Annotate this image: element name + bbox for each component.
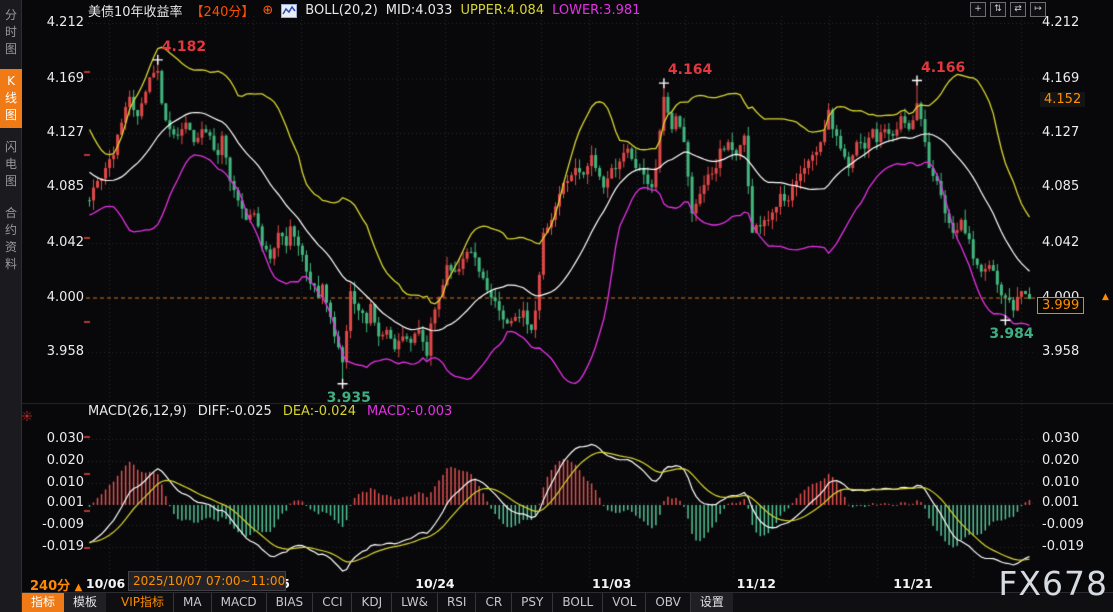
price-tag-4.152: 4.152 (1040, 92, 1085, 107)
macd-tick-left: 0.001 (22, 495, 84, 510)
chart-canvas[interactable] (22, 0, 1113, 612)
x-axis-scale-icon[interactable]: ⇄ (1010, 2, 1026, 17)
sidebar-tab-char: K (0, 73, 22, 90)
boll-upper-value: UPPER:4.084 (460, 3, 544, 18)
price-tick-left: 4.000 (22, 290, 84, 305)
bar-time-tooltip: 2025/10/07 07:00~11:00 二 (128, 571, 286, 591)
toolbar-item-5[interactable]: BIAS (266, 593, 313, 612)
date-label-11/03: 11/03 (592, 576, 632, 591)
macd-name: MACD(26,12,9) (88, 404, 187, 419)
price-tag-3.999: 3.999 (1037, 297, 1084, 314)
toolbar-item-13[interactable]: VOL (602, 593, 645, 612)
price-tick-left: 4.169 (22, 71, 84, 86)
toolbar-item-6[interactable]: CCI (312, 593, 351, 612)
add-indicator-icon[interactable]: ⊕ (262, 3, 273, 18)
price-tick-right: 4.169 (1042, 71, 1079, 86)
price-annotation-4.182: 4.182 (162, 39, 206, 55)
macd-tick-right: 0.001 (1042, 495, 1079, 510)
macd-diff-value: DIFF:-0.025 (198, 404, 272, 419)
price-tick-left: 4.212 (22, 15, 84, 30)
boll-lower-value: LOWER:3.981 (552, 3, 640, 18)
current-price-arrow-icon: ▲ (1102, 292, 1109, 302)
toolbar-item-10[interactable]: CR (475, 593, 511, 612)
macd-tick-left: -0.019 (22, 539, 84, 554)
pan-right-icon[interactable]: ↦ (1030, 2, 1046, 17)
sidebar-tab-char: 图 (0, 107, 22, 124)
toolbar-item-9[interactable]: RSI (437, 593, 476, 612)
crosshair-icon[interactable]: + (970, 2, 986, 17)
sidebar-tab-char: 分 (0, 7, 22, 24)
price-tick-right: 4.127 (1042, 125, 1079, 140)
toolbar: 指标模板 VIP指标MAMACDBIASCCIKDJLW&RSICRPSYBOLL… (22, 592, 1113, 612)
chart-main: 美债10年收益率 【240分】 ⊕ BOLL(20,2) MID:4.033 U… (22, 0, 1113, 612)
price-tick-right: 3.958 (1042, 344, 1079, 359)
instrument-title: 美债10年收益率 (88, 1, 183, 20)
macd-tick-right: 0.030 (1042, 431, 1079, 446)
macd-header: MACD(26,12,9) DIFF:-0.025 DEA:-0.024 MAC… (88, 404, 452, 419)
toolbar-item-14[interactable]: OBV (645, 593, 690, 612)
sidebar-tab-1[interactable]: K线图 (0, 69, 22, 128)
chart-header: 美债10年收益率 【240分】 ⊕ BOLL(20,2) MID:4.033 U… (88, 1, 640, 20)
sidebar-tab-0[interactable]: 分时图 (0, 3, 22, 62)
toolbar-item-12[interactable]: BOLL (552, 593, 602, 612)
sidebar-tab-char: 图 (0, 41, 22, 58)
macd-tick-left: 0.010 (22, 475, 84, 490)
price-tick-right: 4.042 (1042, 235, 1079, 250)
date-label-10/06: 10/06 (86, 576, 126, 591)
toolbar-item-4[interactable]: MACD (211, 593, 266, 612)
price-tick-left: 4.085 (22, 179, 84, 194)
sidebar-tab-char: 线 (0, 90, 22, 107)
chart-type-icon[interactable] (281, 4, 297, 18)
boll-mid-value: MID:4.033 (386, 3, 453, 18)
price-annotation-4.164: 4.164 (668, 62, 712, 78)
boll-label: BOLL(20,2) (305, 3, 378, 18)
toolbar-item-7[interactable]: KDJ (351, 593, 391, 612)
macd-tick-right: 0.020 (1042, 453, 1079, 468)
macd-tick-right: -0.019 (1042, 539, 1084, 554)
date-label-11/12: 11/12 (736, 576, 776, 591)
sidebar-tab-char: 料 (0, 256, 22, 273)
date-label-11/21: 11/21 (893, 576, 933, 591)
macd-tick-left: 0.030 (22, 431, 84, 446)
sidebar-tab-3[interactable]: 合约资料 (0, 201, 22, 277)
sidebar-tab-char: 资 (0, 239, 22, 256)
sidebar-tab-char: 闪 (0, 139, 22, 156)
sidebar-tab-char: 约 (0, 222, 22, 239)
sidebar: 分时图K线图闪电图合约资料 (0, 0, 22, 612)
toolbar-item-1[interactable]: 模板 (64, 593, 106, 612)
macd-tick-right: -0.009 (1042, 517, 1084, 532)
macd-tick-left: 0.020 (22, 453, 84, 468)
toolbar-item-11[interactable]: PSY (511, 593, 552, 612)
period-tag: 【240分】 (191, 1, 255, 20)
price-tick-right: 4.212 (1042, 15, 1079, 30)
chart-tool-icons: + ⇅ ⇄ ↦ (966, 2, 1046, 17)
date-label-10/24: 10/24 (415, 576, 455, 591)
toolbar-item-15[interactable]: 设置 (690, 593, 733, 612)
sidebar-tab-char: 电 (0, 156, 22, 173)
price-tick-right: 4.085 (1042, 179, 1079, 194)
sidebar-tab-2[interactable]: 闪电图 (0, 135, 22, 194)
toolbar-item-3[interactable]: MA (173, 593, 211, 612)
price-tick-left: 4.042 (22, 235, 84, 250)
sidebar-tab-char: 时 (0, 24, 22, 41)
charting-app: 分时图K线图闪电图合约资料 美债10年收益率 【240分】 ⊕ BOLL(20,… (0, 0, 1113, 612)
sidebar-tab-char: 图 (0, 173, 22, 190)
price-annotation-3.984: 3.984 (989, 326, 1033, 342)
sidebar-tab-char: 合 (0, 205, 22, 222)
toolbar-item-0[interactable]: 指标 (22, 593, 64, 612)
macd-tick-left: -0.009 (22, 517, 84, 532)
macd-macd-value: MACD:-0.003 (367, 404, 452, 419)
price-tick-left: 4.127 (22, 125, 84, 140)
toolbar-item-2[interactable]: VIP指标 (112, 593, 173, 612)
toolbar-item-8[interactable]: LW& (391, 593, 437, 612)
macd-tick-right: 0.010 (1042, 475, 1079, 490)
price-annotation-4.166: 4.166 (921, 60, 965, 76)
y-axis-scale-icon[interactable]: ⇅ (990, 2, 1006, 17)
macd-dea-value: DEA:-0.024 (283, 404, 356, 419)
price-tick-left: 3.958 (22, 344, 84, 359)
